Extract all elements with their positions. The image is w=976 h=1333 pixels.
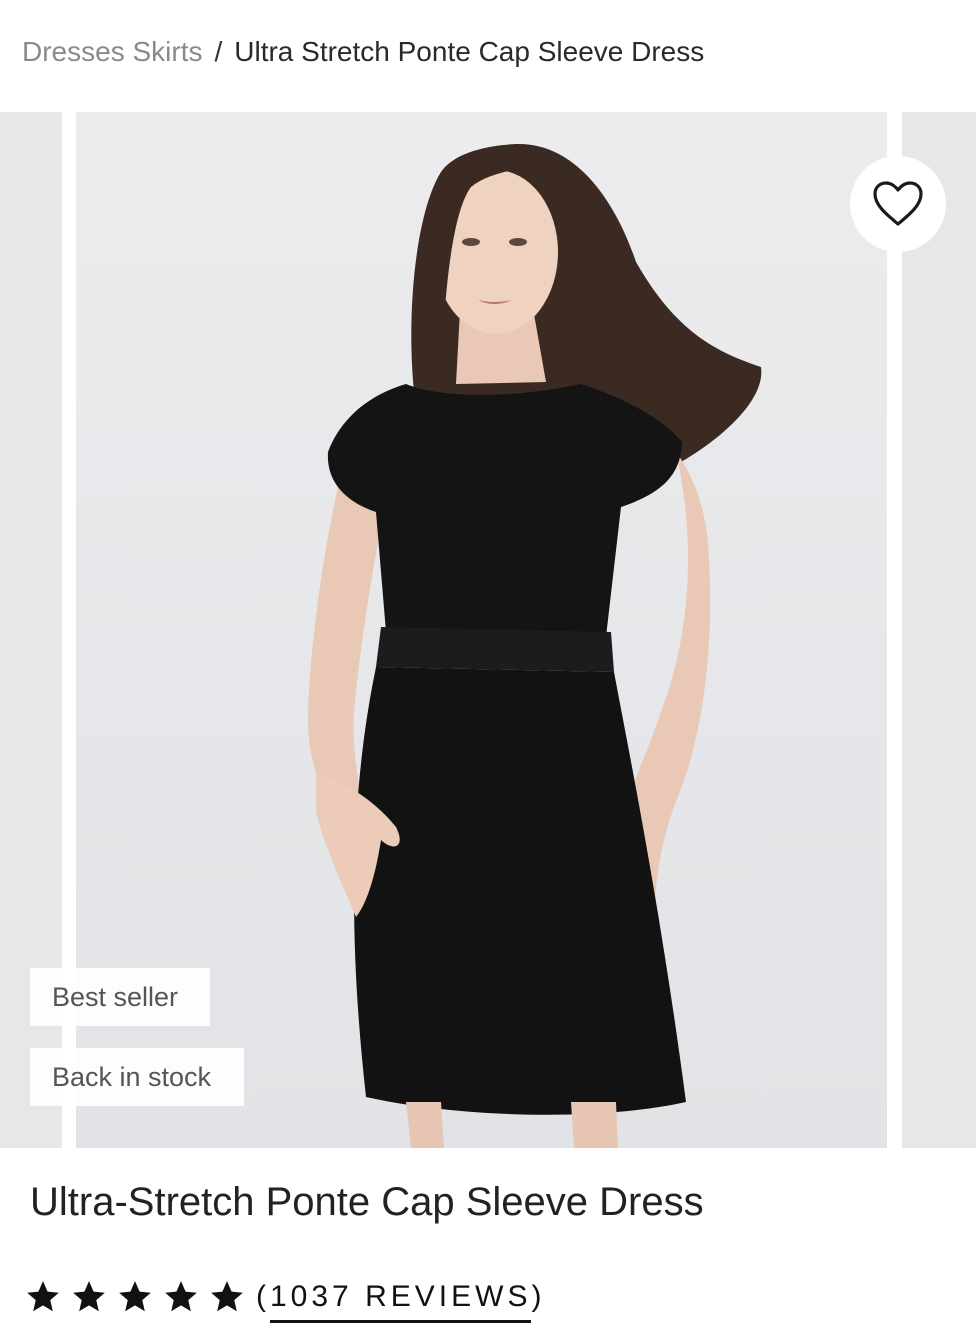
product-title: Ultra-Stretch Ponte Cap Sleeve Dress xyxy=(30,1180,704,1224)
reviews-link-text: 1037 REVIEWS xyxy=(270,1279,532,1323)
review-count: 1037 xyxy=(270,1279,353,1313)
reviews-label: REVIEWS xyxy=(365,1279,532,1313)
wishlist-button[interactable] xyxy=(850,156,946,252)
breadcrumb-separator: / xyxy=(214,36,223,67)
back-in-stock-badge: Back in stock xyxy=(30,1048,244,1106)
best-seller-badge: Best seller xyxy=(30,968,210,1026)
star-filled-icon xyxy=(211,1281,243,1312)
reviews-link[interactable]: (1037 REVIEWS) xyxy=(256,1272,545,1323)
breadcrumb-current: Ultra Stretch Ponte Cap Sleeve Dress xyxy=(234,36,705,67)
star-filled-icon xyxy=(73,1281,105,1312)
reviews-open-paren: ( xyxy=(256,1280,270,1313)
star-filled-icon xyxy=(165,1281,197,1312)
breadcrumb: Dresses Skirts / Ultra Stretch Ponte Cap… xyxy=(22,30,704,74)
star-filled-icon xyxy=(119,1281,151,1312)
rating-row: (1037 REVIEWS) xyxy=(24,1272,545,1323)
star-filled-icon xyxy=(27,1281,59,1312)
heart-outline-icon xyxy=(873,181,923,226)
reviews-close-paren: ) xyxy=(531,1280,546,1313)
next-image-peek[interactable] xyxy=(902,112,976,1148)
star-rating xyxy=(24,1278,254,1316)
breadcrumb-link-dresses-skirts[interactable]: Dresses Skirts xyxy=(22,36,202,68)
